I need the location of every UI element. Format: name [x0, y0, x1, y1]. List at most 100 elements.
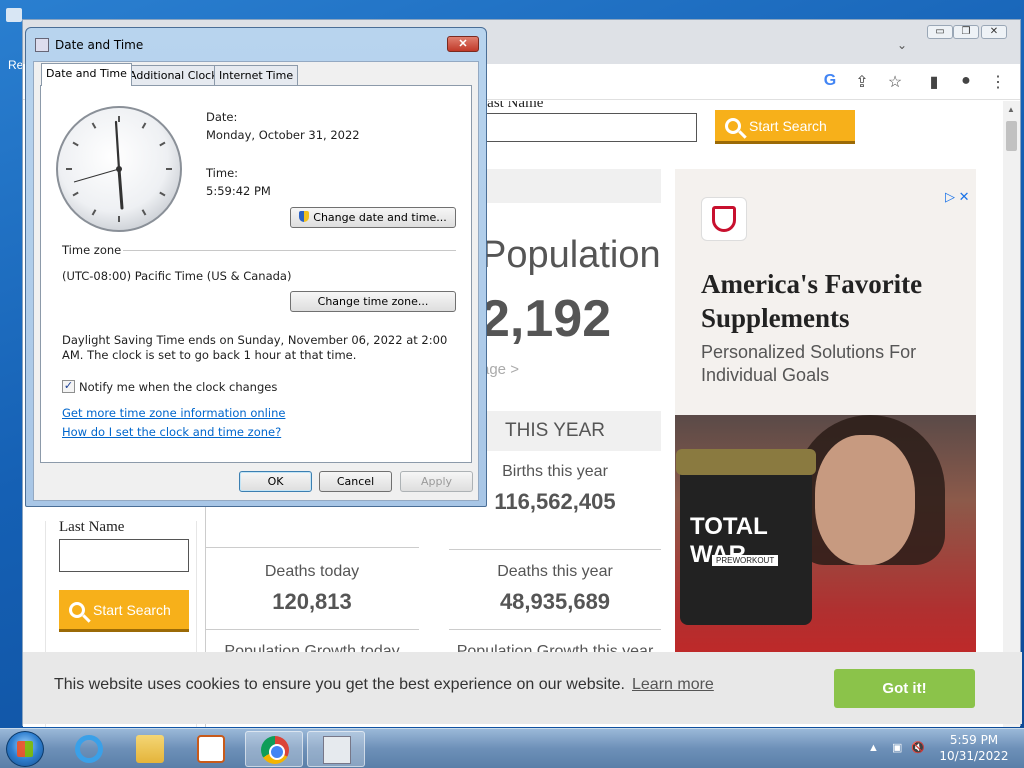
apply-button[interactable]: Apply: [400, 471, 473, 492]
taskbar-date-time[interactable]: [307, 731, 365, 767]
date-label: Date:: [206, 110, 238, 124]
analog-clock: [56, 106, 182, 232]
scroll-up-icon[interactable]: ▲: [1007, 105, 1015, 114]
scroll-thumb[interactable]: [1006, 121, 1017, 151]
uac-shield-icon: [299, 211, 310, 222]
calendar-clock-icon: [35, 38, 49, 52]
last-name-label: Last Name: [478, 101, 544, 111]
stat-label: Deaths this year: [497, 563, 613, 580]
recycle-bin-icon[interactable]: [6, 8, 22, 22]
close-button[interactable]: ✕: [981, 25, 1007, 39]
advertisement[interactable]: America's Favorite Supplements Personali…: [675, 169, 976, 659]
date-value: Monday, October 31, 2022: [206, 128, 360, 142]
stat-value: 120,813: [272, 589, 352, 614]
last-name-label: Last Name: [59, 519, 125, 535]
taskbar-chrome[interactable]: [245, 731, 303, 767]
taskbar-media-player[interactable]: [182, 731, 240, 767]
how-to-set-clock-link[interactable]: How do I set the clock and time zone?: [62, 425, 281, 439]
taskbar-time: 5:59 PM: [949, 733, 999, 747]
last-name-input[interactable]: [59, 539, 189, 572]
start-search-label: Start Search: [749, 117, 827, 134]
show-hidden-icon[interactable]: ▲: [868, 742, 879, 754]
timezone-heading: Time zone: [62, 243, 122, 257]
divider: [205, 547, 419, 548]
page-scrollbar[interactable]: ▲ ▼: [1003, 101, 1020, 727]
start-search-button[interactable]: Start Search: [59, 590, 189, 632]
sidebar-icon[interactable]: ▮: [924, 72, 944, 92]
taskbar-ie[interactable]: [60, 731, 118, 767]
face-shape: [815, 435, 915, 565]
date-time-icon: [323, 736, 351, 764]
notify-checkbox[interactable]: ✓: [62, 380, 75, 393]
tab-additional-clocks[interactable]: Additional Clocks: [124, 65, 229, 85]
change-date-time-button[interactable]: Change date and time...: [290, 207, 456, 228]
taskbar: ▲ ▣ 🔇 5:59 PM 10/31/2022: [0, 728, 1024, 768]
share-icon[interactable]: ⇪: [852, 72, 872, 92]
file-explorer-icon: [136, 735, 164, 763]
brand-logo: [701, 197, 747, 241]
deaths-today: Deaths today 120,813: [205, 563, 419, 615]
stat-value: 48,935,689: [499, 589, 611, 614]
taskbar-date: 10/31/2022: [939, 749, 1009, 763]
dst-note: Daylight Saving Time ends on Sunday, Nov…: [62, 333, 448, 362]
shield-icon: [712, 206, 736, 232]
header-band: [463, 169, 661, 203]
restore-button[interactable]: ❐: [953, 25, 979, 39]
start-search-label: Start Search: [93, 601, 171, 618]
menu-icon[interactable]: ⋮: [988, 72, 1008, 92]
notify-checkbox-label: Notify me when the clock changes: [79, 380, 278, 394]
ok-button[interactable]: OK: [239, 471, 312, 492]
close-button[interactable]: ✕: [447, 36, 479, 52]
clock-face-icon: [66, 116, 172, 222]
tab-panel: Date: Monday, October 31, 2022 Time: 5:5…: [40, 85, 472, 463]
product-jar: TOTAL WAR PREWORKOUT: [676, 449, 816, 625]
population-title: Population: [481, 234, 661, 276]
tab-search-icon[interactable]: ⌄: [897, 38, 907, 52]
minimize-button[interactable]: ▭: [927, 25, 953, 39]
got-it-button[interactable]: Got it!: [834, 669, 975, 708]
date-time-dialog: Date and Time ✕ Date and Time Additional…: [25, 27, 487, 507]
magnifier-icon: [725, 117, 741, 134]
time-label: Time:: [206, 166, 239, 180]
network-icon[interactable]: ▣: [892, 742, 902, 754]
dialog-title: Date and Time: [55, 38, 144, 52]
separator: [123, 250, 456, 251]
tab-internet-time[interactable]: Internet Time: [214, 65, 299, 85]
tab-date-and-time[interactable]: Date and Time: [41, 63, 132, 86]
ad-image: TOTAL WAR PREWORKOUT: [675, 415, 976, 659]
profile-icon[interactable]: ●: [956, 72, 976, 90]
divider: [449, 629, 661, 630]
taskbar-explorer[interactable]: [121, 731, 179, 767]
timezone-value: (UTC-08:00) Pacific Time (US & Canada): [62, 269, 292, 283]
change-timezone-button[interactable]: Change time zone...: [290, 291, 456, 312]
change-date-time-label: Change date and time...: [313, 211, 447, 224]
start-search-button[interactable]: Start Search: [715, 110, 855, 144]
cancel-button[interactable]: Cancel: [319, 471, 392, 492]
cookie-text: This website uses cookies to ensure you …: [54, 676, 625, 693]
magnifier-icon: [69, 601, 85, 618]
start-button[interactable]: [6, 731, 44, 767]
ad-subtitle: Personalized Solutions For Individual Go…: [701, 342, 917, 385]
internet-explorer-icon: [75, 735, 103, 763]
taskbar-clock[interactable]: 5:59 PM 10/31/2022: [938, 732, 1010, 764]
ad-title: America's Favorite Supplements: [701, 269, 923, 333]
population-number: 2,192: [481, 290, 612, 348]
cookie-banner: This website uses cookies to ensure you …: [23, 652, 1022, 724]
last-name-input[interactable]: [463, 113, 697, 142]
jar-lid: [676, 449, 816, 475]
learn-more-link[interactable]: Learn more: [632, 676, 714, 694]
google-icon[interactable]: G: [820, 72, 840, 90]
windows-logo-icon: [17, 741, 33, 757]
system-tray: ▲ ▣ 🔇: [868, 741, 925, 754]
divider: [205, 629, 419, 630]
volume-muted-icon[interactable]: 🔇: [911, 742, 925, 754]
chrome-icon: [261, 736, 289, 764]
deaths-this-year: Deaths this year 48,935,689: [449, 563, 661, 615]
time-value: 5:59:42 PM: [206, 184, 271, 198]
stat-label: Deaths today: [264, 563, 360, 580]
adchoices-icon[interactable]: ▷ ✕: [945, 189, 970, 205]
media-player-icon: [197, 735, 225, 763]
star-icon[interactable]: ☆: [885, 72, 905, 92]
dialog-body: Date and Time Additional Clocks Internet…: [33, 61, 479, 501]
more-timezone-info-link[interactable]: Get more time zone information online: [62, 406, 285, 420]
